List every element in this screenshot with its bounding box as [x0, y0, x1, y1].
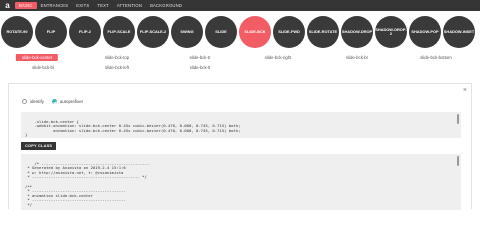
category-shadow-drop[interactable]: SHADOW-DROP	[341, 16, 373, 48]
category-rotate-90[interactable]: ROTATE-90	[1, 16, 33, 48]
top-bar: a BASIC ENTRANCES EXITS TEXT ATTENTION B…	[0, 0, 480, 11]
category-flip[interactable]: FLIP	[35, 16, 67, 48]
animation-category-list: ROTATE-90 FLIP FLIP-2 FLIP-SCALE FLIP-SC…	[0, 16, 480, 50]
category-slide-bck[interactable]: SLIDE-BCK	[239, 16, 271, 48]
category-shadow-inset[interactable]: SHADOW-INSET	[443, 16, 475, 48]
variant-slide-bck-center[interactable]: slide-bck-center	[15, 54, 59, 61]
variant-slide-bck-bl[interactable]: slide-bck-bl	[32, 65, 54, 70]
identify-label: identify	[30, 99, 44, 104]
variant-slide-bck-br[interactable]: slide-bck-br	[346, 55, 368, 60]
nav-attention[interactable]: ATTENTION	[113, 2, 146, 9]
nav-entrances[interactable]: ENTRANCES	[37, 2, 73, 9]
class-code-text: .slide-bck-center { -webkit-animation: s…	[25, 118, 241, 138]
copy-class-button[interactable]: COPY CLASS	[21, 142, 57, 150]
keyframes-code-text: /* -------------------------------------…	[25, 160, 150, 207]
keyframes-code-block: /* -------------------------------------…	[21, 154, 461, 210]
variant-slide-bck-left[interactable]: slide-bck-left	[105, 65, 129, 70]
class-code-scrollbar[interactable]	[457, 114, 459, 124]
keyframes-code-scrollbar[interactable]	[457, 156, 459, 166]
nav-background[interactable]: BACKGROUND	[146, 2, 186, 9]
code-panel: × identify autoprefixer .slide-bck-cente…	[8, 83, 472, 210]
category-slide[interactable]: SLIDE	[205, 16, 237, 48]
main-nav: BASIC ENTRANCES EXITS TEXT ATTENTION BAC…	[15, 0, 186, 11]
autoprefixer-radio[interactable]	[51, 99, 57, 104]
category-slide-rotate[interactable]: SLIDE-ROTATE	[307, 16, 339, 48]
category-flip-2[interactable]: FLIP-2	[69, 16, 101, 48]
category-swing[interactable]: SWING	[171, 16, 203, 48]
format-options: identify autoprefixer	[22, 99, 91, 104]
nav-exits[interactable]: EXITS	[72, 2, 93, 9]
animation-variant-list: slide-bck-center slide-bck-top slide-bck…	[0, 54, 480, 74]
category-shadow-drop-2[interactable]: SHADOW-DROP-2	[375, 16, 407, 48]
variant-slide-bck-right[interactable]: slide-bck-right	[265, 55, 292, 60]
class-code-block: .slide-bck-center { -webkit-animation: s…	[21, 112, 461, 138]
nav-basic[interactable]: BASIC	[15, 2, 37, 9]
animista-logo[interactable]: a	[0, 0, 15, 11]
category-flip-scale[interactable]: FLIP-SCALE	[103, 16, 135, 48]
close-icon[interactable]: ×	[463, 87, 467, 94]
variant-slide-bck-top[interactable]: slide-bck-top	[105, 55, 129, 60]
category-flip-scale-2[interactable]: FLIP-SCALE-2	[137, 16, 169, 48]
identify-radio[interactable]	[22, 99, 27, 104]
variant-slide-bck-bottom[interactable]: slide-bck-bottom	[420, 55, 452, 60]
category-shadow-pop[interactable]: SHADOW-POP	[409, 16, 441, 48]
autoprefixer-label: autoprefixer	[59, 99, 84, 104]
variant-slide-bck-tl[interactable]: slide-bck-tl	[190, 65, 211, 70]
variant-slide-bck-tr[interactable]: slide-bck-tr	[189, 55, 210, 60]
nav-text[interactable]: TEXT	[93, 2, 113, 9]
category-slide-fwd[interactable]: SLIDE-FWD	[273, 16, 305, 48]
